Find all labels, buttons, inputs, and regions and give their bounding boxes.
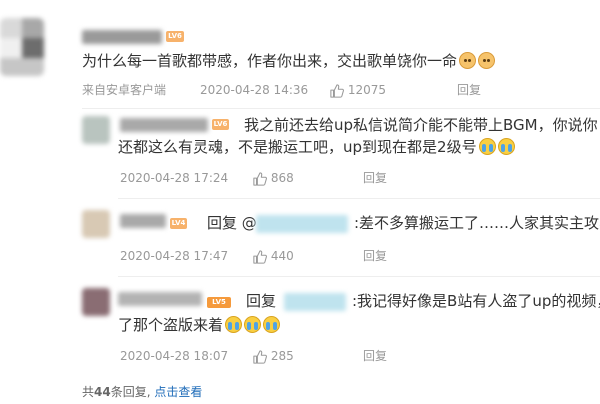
reply-user-name[interactable]	[118, 292, 202, 306]
like-count: 12075	[347, 83, 387, 97]
reply-date: 2020-04-28 17:47	[120, 249, 229, 263]
reply-count-prefix: 共	[82, 385, 95, 399]
reply-user-name[interactable]	[120, 118, 208, 132]
like-count: 440	[270, 249, 294, 263]
mentioned-user-name[interactable]	[284, 293, 346, 311]
crying-emoji-icon	[497, 138, 515, 155]
comment-body: 为什么每一首歌都带感，作者你出来，交出歌单饶你一命	[82, 52, 458, 70]
divider	[82, 108, 600, 109]
like-button[interactable]: 440	[253, 248, 294, 264]
comment-text: 为什么每一首歌都带感，作者你出来，交出歌单饶你一命	[82, 50, 496, 72]
crying-emoji-icon	[263, 316, 281, 333]
reply-count-suffix: 条回复,	[110, 385, 151, 399]
doge-emoji-icon	[478, 52, 496, 69]
level-badge: LV6	[212, 119, 229, 130]
reply-button[interactable]: 回复	[457, 82, 481, 98]
reply-avatar[interactable]	[82, 116, 110, 144]
reply-meta: 2020-04-28 17:24 868 回复	[120, 170, 420, 186]
reply-text-line1: 我之前还去给up私信说简介能不能带上BGM，你说你	[244, 116, 598, 134]
reply-button[interactable]: 回复	[363, 248, 387, 264]
view-all-replies-link[interactable]: 点击查看	[154, 385, 202, 399]
reply-prefix-label: 回复	[246, 292, 277, 310]
crying-emoji-icon	[244, 316, 262, 333]
crying-emoji-icon	[225, 316, 243, 333]
reply-count: 44	[94, 385, 111, 399]
reply-date: 2020-04-28 18:07	[120, 349, 229, 363]
level-badge: LV5	[207, 297, 231, 308]
at-symbol: @	[241, 214, 257, 232]
reply-prefix-label: 回复	[207, 214, 238, 232]
reply-body-line2: 还都这么有灵魂，不是搬运工吧，up到现在都是2级号	[118, 138, 477, 156]
like-button[interactable]: 868	[253, 170, 294, 186]
reply-avatar[interactable]	[82, 210, 110, 238]
reply-prefix: 回复	[246, 290, 276, 312]
reply-avatar[interactable]	[82, 288, 110, 316]
like-count: 868	[270, 171, 294, 185]
thumbs-up-icon	[330, 83, 344, 98]
reply-button[interactable]: 回复	[363, 348, 387, 364]
like-count: 285	[270, 349, 294, 363]
reply-text: :差不多算搬运工了……人家其实主攻ai	[354, 214, 600, 232]
thumbs-up-icon	[253, 249, 267, 264]
reply-prefix: 回复 @	[207, 212, 257, 234]
reply-meta: 2020-04-28 17:47 440 回复	[120, 248, 420, 264]
thumbs-up-icon	[253, 171, 267, 186]
like-button[interactable]: 285	[253, 348, 294, 364]
level-badge: LV4	[170, 218, 187, 229]
level-badge: LV6	[166, 31, 184, 42]
thumbs-up-icon	[253, 349, 267, 364]
commenter-name[interactable]	[82, 30, 162, 44]
reply-text-line2: 了那个盗版来着	[118, 314, 281, 336]
like-button[interactable]: 12075	[330, 82, 386, 98]
commenter-avatar[interactable]	[0, 18, 44, 76]
reply-user-name[interactable]	[120, 214, 166, 228]
comment-source: 来自安卓客户端	[82, 83, 167, 97]
comment-meta: 来自安卓客户端 2020-04-28 14:36 12075 回复	[82, 82, 502, 98]
reply-body-line2: 了那个盗版来着	[118, 316, 224, 334]
doge-emoji-icon	[459, 52, 477, 69]
comment-date: 2020-04-28 14:36	[200, 83, 309, 97]
divider	[118, 276, 600, 277]
reply-text-line2: 还都这么有灵魂，不是搬运工吧，up到现在都是2级号	[118, 136, 515, 158]
reply-date: 2020-04-28 17:24	[120, 171, 229, 185]
reply-text-line1: :我记得好像是B站有人盗了up的视频，	[352, 292, 600, 310]
reply-meta: 2020-04-28 18:07 285 回复	[120, 348, 420, 364]
mentioned-user-name[interactable]	[256, 215, 348, 233]
divider	[118, 198, 600, 199]
reply-button[interactable]: 回复	[363, 170, 387, 186]
crying-emoji-icon	[478, 138, 496, 155]
reply-count-footer: 共44条回复, 点击查看	[82, 384, 202, 400]
